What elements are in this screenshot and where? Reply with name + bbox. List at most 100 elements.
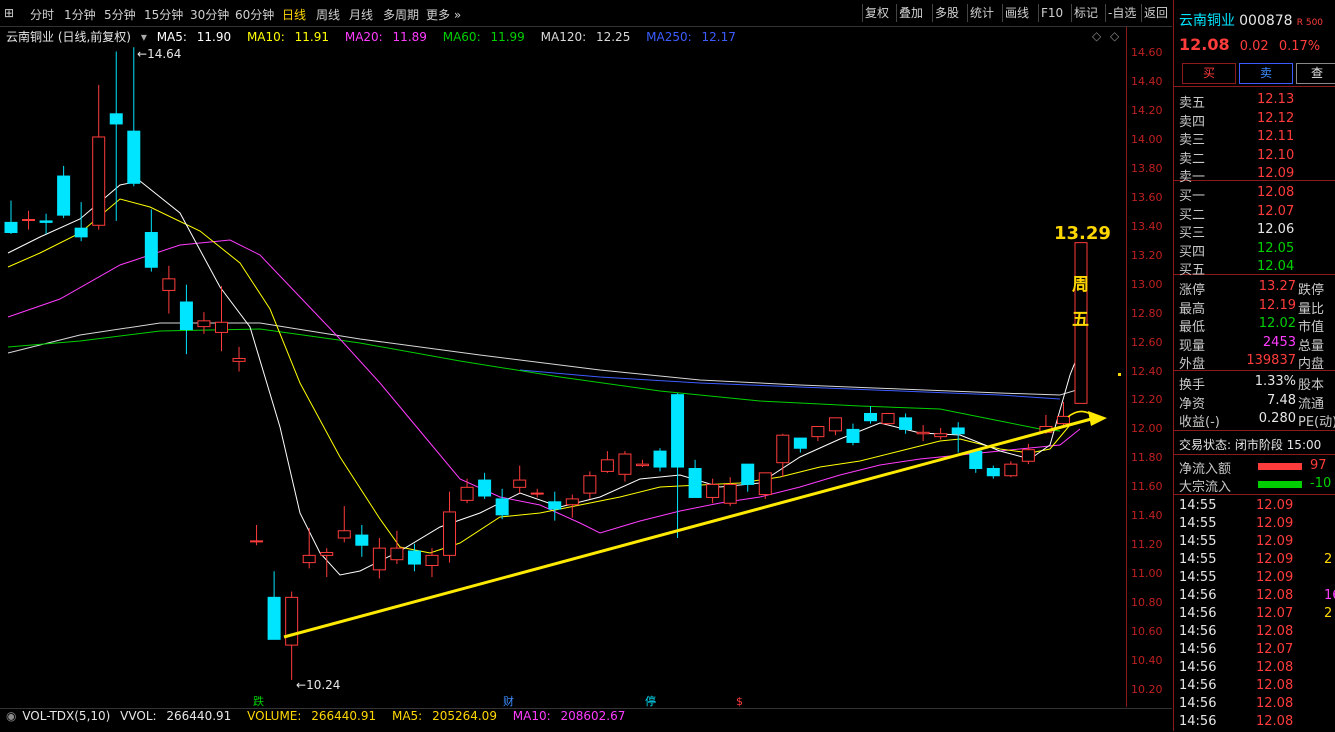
tick-row[interactable]: 14:56 12.08 bbox=[1174, 624, 1335, 642]
tab-period-fenshi[interactable]: 分时 bbox=[30, 6, 54, 23]
candle[interactable] bbox=[109, 51, 123, 221]
fuquan-button[interactable]: 复权 bbox=[862, 4, 891, 22]
candle[interactable] bbox=[144, 209, 158, 272]
ask-row[interactable]: 卖四 12.12 bbox=[1174, 111, 1335, 130]
candle[interactable] bbox=[302, 527, 316, 569]
tab-period-weekly[interactable]: 周线 bbox=[316, 6, 340, 23]
candle[interactable] bbox=[267, 571, 281, 640]
candle[interactable] bbox=[4, 200, 18, 234]
remove-watchlist-button[interactable]: -自选 bbox=[1105, 4, 1138, 22]
tick-row[interactable]: 14:55 12.09 bbox=[1174, 534, 1335, 552]
sell-button[interactable]: 卖 bbox=[1239, 63, 1293, 84]
candle[interactable] bbox=[828, 417, 842, 436]
bid-row[interactable]: 买五 12.04 bbox=[1174, 259, 1335, 278]
candle[interactable] bbox=[162, 265, 176, 314]
tab-period-multi[interactable]: 多周期 bbox=[383, 6, 419, 23]
candle[interactable] bbox=[320, 548, 334, 578]
candle[interactable] bbox=[688, 459, 702, 498]
candle[interactable] bbox=[811, 426, 825, 441]
candle[interactable] bbox=[618, 451, 632, 482]
draw-line-button[interactable]: 画线 bbox=[1002, 4, 1031, 22]
ask-row[interactable]: 卖五 12.13 bbox=[1174, 92, 1335, 111]
candle[interactable] bbox=[530, 488, 544, 498]
candle[interactable] bbox=[864, 406, 878, 424]
candle[interactable] bbox=[758, 472, 772, 499]
tick-row[interactable]: 14:56 12.08 bbox=[1174, 678, 1335, 696]
candle[interactable] bbox=[969, 450, 983, 473]
bid-row[interactable]: 买一 12.08 bbox=[1174, 185, 1335, 204]
candle[interactable] bbox=[548, 491, 562, 521]
candle[interactable] bbox=[1021, 443, 1035, 465]
vol-indicator-name[interactable]: VOL-TDX(5,10) bbox=[22, 709, 110, 723]
query-button[interactable]: 查 bbox=[1296, 63, 1335, 84]
tick-row[interactable]: 14:55 12.09 bbox=[1174, 516, 1335, 534]
indicator-settings-icon[interactable]: ◉ bbox=[6, 709, 16, 723]
candle[interactable] bbox=[22, 210, 36, 230]
tick-row[interactable]: 14:56 12.07 2 bbox=[1174, 606, 1335, 624]
ask-row[interactable]: 卖二 12.10 bbox=[1174, 148, 1335, 167]
candle[interactable] bbox=[1004, 461, 1018, 478]
marker-cai[interactable]: 财 bbox=[503, 694, 514, 707]
ask-row[interactable]: 卖三 12.11 bbox=[1174, 129, 1335, 148]
candle[interactable] bbox=[74, 202, 88, 242]
tick-row[interactable]: 14:55 12.09 bbox=[1174, 498, 1335, 516]
tab-period-more[interactable]: 更多 » bbox=[426, 6, 461, 23]
candle[interactable] bbox=[443, 491, 457, 563]
candle[interactable] bbox=[986, 465, 1000, 479]
candle[interactable] bbox=[881, 412, 895, 426]
candle[interactable] bbox=[337, 506, 351, 543]
marker-ting[interactable]: 停 bbox=[645, 694, 656, 707]
candle[interactable] bbox=[653, 448, 667, 472]
tab-period-daily[interactable]: 日线 bbox=[282, 6, 306, 23]
candle[interactable] bbox=[372, 537, 386, 579]
candle[interactable] bbox=[127, 47, 141, 187]
overlay-button[interactable]: 叠加 bbox=[896, 4, 925, 22]
tab-period-5min[interactable]: 5分钟 bbox=[104, 6, 136, 23]
candle[interactable] bbox=[583, 471, 597, 499]
tab-period-60min[interactable]: 60分钟 bbox=[235, 6, 274, 23]
ask-row[interactable]: 卖一 12.09 bbox=[1174, 166, 1335, 185]
tick-row[interactable]: 14:56 12.08 bbox=[1174, 714, 1335, 732]
buy-button[interactable]: 买 bbox=[1182, 63, 1236, 84]
candlestick-chart[interactable]: ←14.64 ←10.24 13.29 周 五 跌 财 停 $ bbox=[0, 27, 1126, 707]
candle[interactable] bbox=[460, 478, 474, 504]
bid-row[interactable]: 买二 12.07 bbox=[1174, 204, 1335, 223]
mark-button[interactable]: 标记 bbox=[1071, 4, 1100, 22]
tick-row[interactable]: 14:55 12.09 2 bbox=[1174, 552, 1335, 570]
back-button[interactable]: 返回 bbox=[1141, 4, 1170, 22]
candle[interactable] bbox=[741, 463, 755, 492]
candle[interactable] bbox=[407, 543, 421, 572]
tick-row[interactable]: 14:56 12.07 bbox=[1174, 642, 1335, 660]
candle[interactable] bbox=[39, 213, 53, 234]
candle[interactable] bbox=[250, 524, 264, 546]
marker-dollar[interactable]: $ bbox=[736, 695, 743, 707]
f10-button[interactable]: F10 bbox=[1038, 4, 1065, 22]
bid-row[interactable]: 买三 12.06 bbox=[1174, 222, 1335, 241]
tick-row[interactable]: 14:56 12.08 bbox=[1174, 696, 1335, 714]
tick-row[interactable]: 14:56 12.08 16 bbox=[1174, 588, 1335, 606]
candle[interactable] bbox=[478, 472, 492, 499]
multi-stock-button[interactable]: 多股 bbox=[932, 4, 961, 22]
candle[interactable] bbox=[793, 437, 807, 453]
marker-die[interactable]: 跌 bbox=[253, 694, 264, 707]
tab-period-30min[interactable]: 30分钟 bbox=[190, 6, 229, 23]
candle[interactable] bbox=[179, 284, 193, 355]
bid-row[interactable]: 买四 12.05 bbox=[1174, 241, 1335, 260]
candle[interactable] bbox=[916, 425, 930, 441]
tick-row[interactable]: 14:55 12.09 bbox=[1174, 570, 1335, 588]
candle[interactable] bbox=[513, 465, 527, 494]
candle[interactable] bbox=[635, 459, 649, 468]
candle[interactable] bbox=[495, 488, 509, 520]
toolbar-menu-icon[interactable]: ⊞ bbox=[4, 6, 14, 20]
candle[interactable] bbox=[214, 286, 228, 352]
candle[interactable] bbox=[232, 346, 246, 372]
candle[interactable] bbox=[951, 422, 965, 453]
candle[interactable] bbox=[355, 524, 369, 557]
tab-period-monthly[interactable]: 月线 bbox=[349, 6, 373, 23]
candle[interactable] bbox=[57, 165, 71, 219]
tab-period-1min[interactable]: 1分钟 bbox=[64, 6, 96, 23]
candle[interactable] bbox=[723, 477, 737, 507]
tick-row[interactable]: 14:56 12.08 bbox=[1174, 660, 1335, 678]
tab-period-15min[interactable]: 15分钟 bbox=[144, 6, 183, 23]
candle[interactable] bbox=[846, 423, 860, 446]
